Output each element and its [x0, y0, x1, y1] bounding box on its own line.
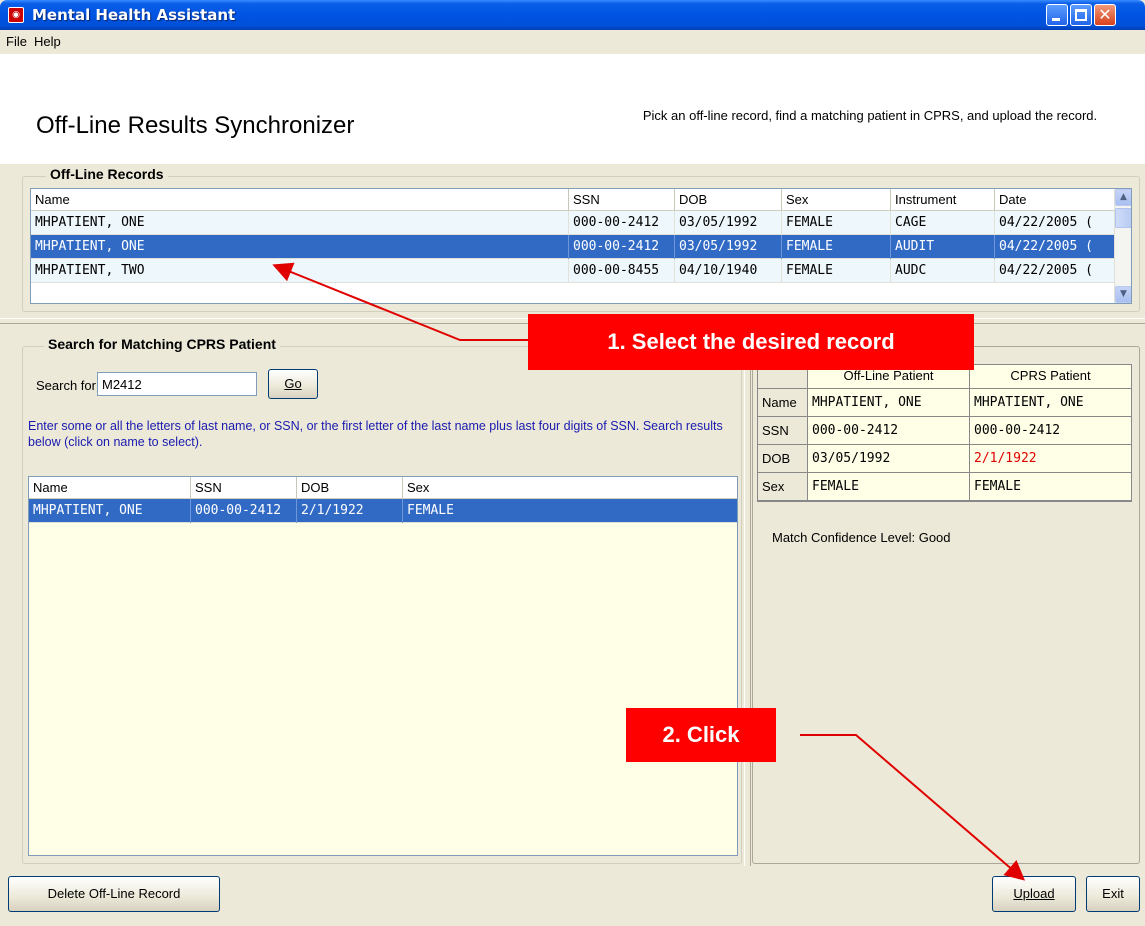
arrow-step2	[800, 734, 1026, 881]
app-window: ◉ Mental Health Assistant ✕ File Help Of…	[0, 0, 1145, 926]
arrow-step1	[272, 262, 528, 341]
callout-arrows	[272, 262, 1026, 881]
